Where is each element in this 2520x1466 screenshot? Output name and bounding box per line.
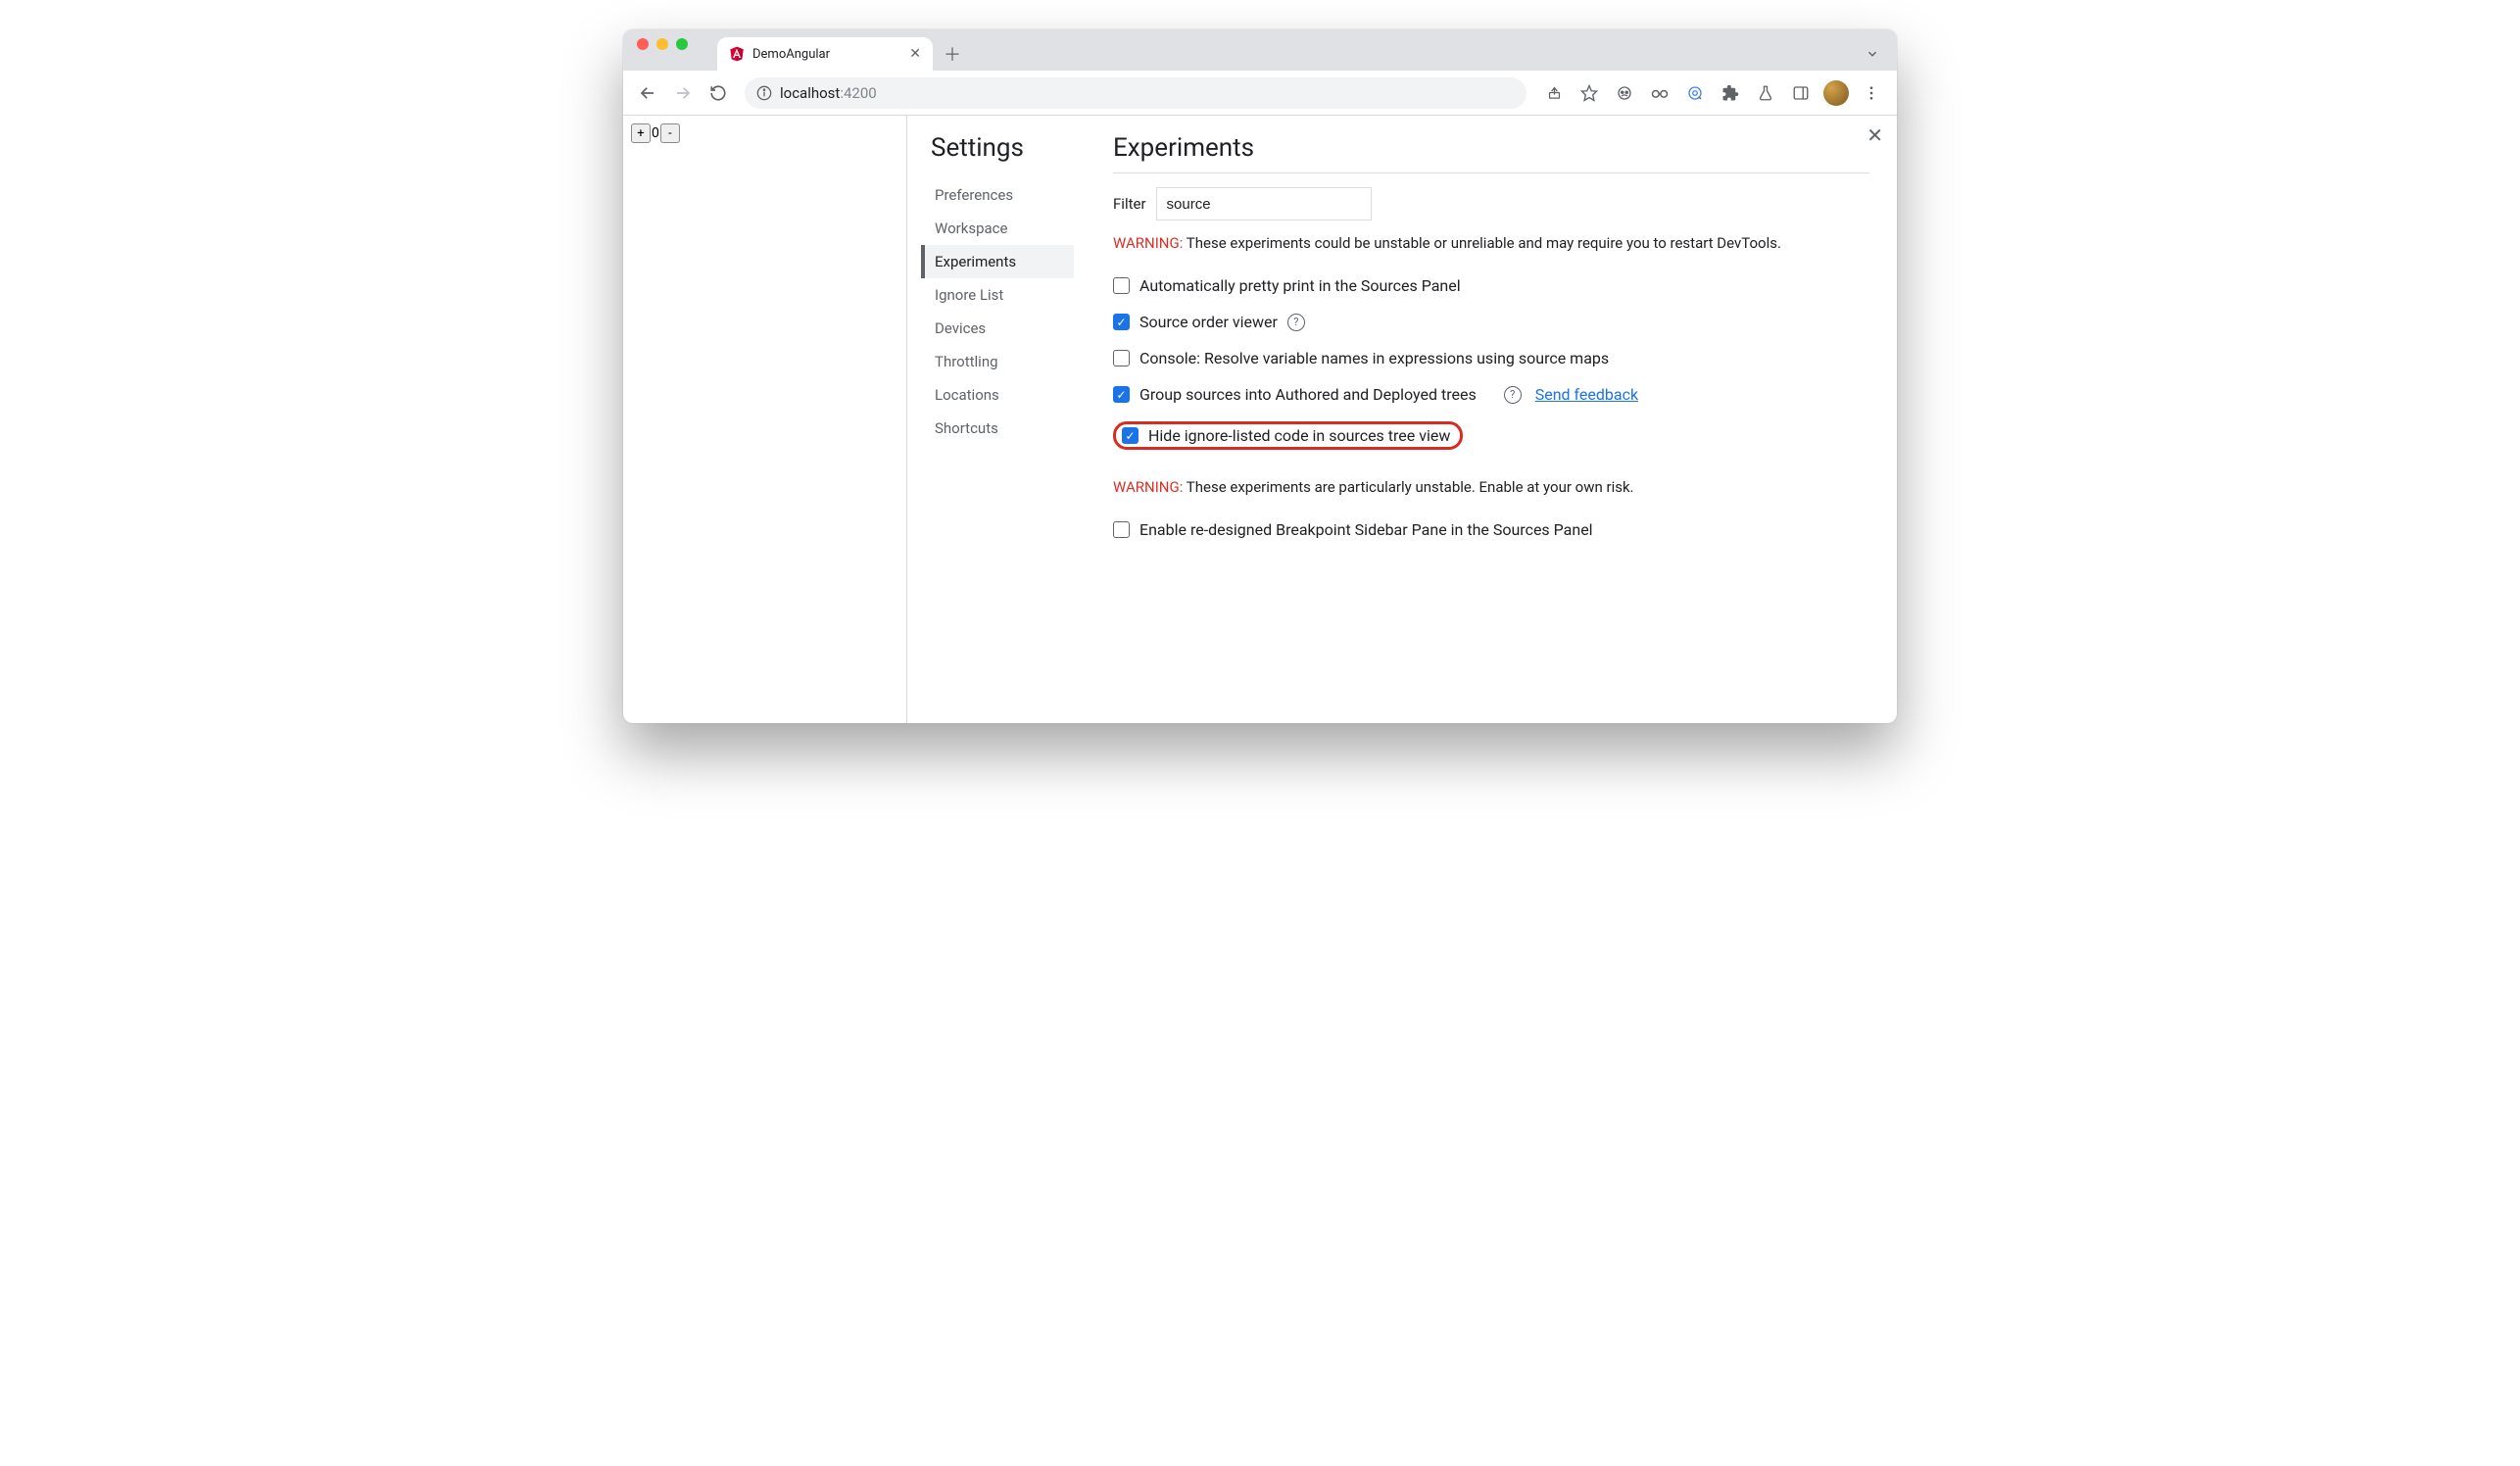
experiment-breakpoint-sidebar: Enable re-designed Breakpoint Sidebar Pa… bbox=[1113, 512, 1869, 548]
new-tab-button[interactable]: ＋ bbox=[939, 40, 966, 68]
window-controls bbox=[637, 29, 688, 65]
experiment-label: Automatically pretty print in the Source… bbox=[1139, 276, 1461, 295]
maximize-window-button[interactable] bbox=[676, 38, 688, 50]
help-icon[interactable]: ? bbox=[1287, 314, 1305, 331]
toolbar-right bbox=[1538, 77, 1887, 109]
url-text: localhost:4200 bbox=[780, 84, 877, 102]
devtools-settings: ✕ Settings Preferences Workspace Experim… bbox=[907, 116, 1897, 723]
toolbar: localhost:4200 bbox=[623, 71, 1897, 116]
profile-avatar[interactable] bbox=[1820, 77, 1852, 109]
content-area: + 0 - ✕ Settings Preferences Workspace E… bbox=[623, 116, 1897, 723]
extensions-puzzle-icon[interactable] bbox=[1715, 77, 1746, 109]
tab-close-icon[interactable]: ✕ bbox=[909, 47, 921, 61]
sidebar-item-shortcuts[interactable]: Shortcuts bbox=[921, 412, 1074, 445]
sidebar-item-experiments[interactable]: Experiments bbox=[921, 245, 1074, 278]
checkbox[interactable] bbox=[1113, 521, 1130, 538]
filter-row: Filter bbox=[1113, 187, 1869, 220]
tabs-menu-button[interactable] bbox=[1860, 41, 1885, 67]
sidebar-item-locations[interactable]: Locations bbox=[921, 378, 1074, 412]
browser-tab[interactable]: DemoAngular ✕ bbox=[717, 37, 933, 71]
demo-page: + 0 - bbox=[623, 116, 907, 723]
filter-input[interactable] bbox=[1156, 187, 1372, 220]
checkbox[interactable] bbox=[1113, 386, 1130, 403]
bookmark-star-icon[interactable] bbox=[1574, 77, 1605, 109]
extension-incognito-icon[interactable] bbox=[1609, 77, 1640, 109]
extension-flask-icon[interactable] bbox=[1750, 77, 1781, 109]
highlight-annotation: Hide ignore-listed code in sources tree … bbox=[1113, 421, 1463, 450]
experiment-label: Enable re-designed Breakpoint Sidebar Pa… bbox=[1139, 520, 1593, 539]
extension-glasses-icon[interactable] bbox=[1644, 77, 1675, 109]
warning-label: WARNING: bbox=[1113, 234, 1183, 252]
warning-unstable: WARNING: These experiments could be unst… bbox=[1113, 234, 1869, 252]
share-icon[interactable] bbox=[1538, 77, 1570, 109]
counter-widget: + 0 - bbox=[631, 123, 898, 143]
checkbox[interactable] bbox=[1113, 277, 1130, 294]
titlebar: DemoAngular ✕ ＋ bbox=[623, 29, 1897, 71]
warning-particularly-unstable: WARNING: These experiments are particula… bbox=[1113, 478, 1869, 496]
close-settings-icon[interactable]: ✕ bbox=[1866, 125, 1883, 145]
counter-value: 0 bbox=[652, 125, 659, 141]
help-icon[interactable]: ? bbox=[1504, 386, 1522, 404]
site-info-icon[interactable] bbox=[756, 85, 772, 101]
sidebar-item-workspace[interactable]: Workspace bbox=[921, 212, 1074, 245]
back-button[interactable] bbox=[633, 78, 662, 108]
send-feedback-link[interactable]: Send feedback bbox=[1535, 385, 1638, 404]
experiment-label: Source order viewer bbox=[1139, 313, 1278, 331]
experiments-title: Experiments bbox=[1113, 133, 1869, 163]
close-window-button[interactable] bbox=[637, 38, 649, 50]
kebab-menu-icon[interactable] bbox=[1856, 77, 1887, 109]
url-host: localhost bbox=[780, 84, 840, 102]
settings-main: Experiments Filter WARNING: These experi… bbox=[1074, 116, 1897, 723]
side-panel-icon[interactable] bbox=[1785, 77, 1817, 109]
warning-text: These experiments could be unstable or u… bbox=[1183, 234, 1781, 252]
url-port: :4200 bbox=[840, 84, 876, 102]
minimize-window-button[interactable] bbox=[656, 38, 668, 50]
experiment-label: Console: Resolve variable names in expre… bbox=[1139, 349, 1609, 367]
extension-target-icon[interactable] bbox=[1679, 77, 1711, 109]
sidebar-item-preferences[interactable]: Preferences bbox=[921, 178, 1074, 212]
sidebar-item-ignore-list[interactable]: Ignore List bbox=[921, 278, 1074, 312]
experiment-source-order-viewer: Source order viewer ? bbox=[1113, 304, 1869, 340]
divider bbox=[1113, 172, 1869, 173]
warning-text: These experiments are particularly unsta… bbox=[1183, 478, 1633, 496]
browser-window: DemoAngular ✕ ＋ localhost:4200 bbox=[623, 29, 1897, 723]
settings-title: Settings bbox=[931, 133, 1074, 163]
checkbox[interactable] bbox=[1122, 427, 1139, 444]
experiment-group-sources: Group sources into Authored and Deployed… bbox=[1113, 376, 1869, 413]
experiment-console-resolve-names: Console: Resolve variable names in expre… bbox=[1113, 340, 1869, 376]
warning-label: WARNING: bbox=[1113, 478, 1183, 496]
decrement-button[interactable]: - bbox=[660, 123, 680, 143]
sidebar-item-devices[interactable]: Devices bbox=[921, 312, 1074, 345]
experiment-pretty-print: Automatically pretty print in the Source… bbox=[1113, 268, 1869, 304]
url-bar[interactable]: localhost:4200 bbox=[745, 77, 1527, 109]
experiment-label: Group sources into Authored and Deployed… bbox=[1139, 385, 1477, 404]
experiment-hide-ignore-listed: Hide ignore-listed code in sources tree … bbox=[1113, 413, 1869, 459]
sidebar-item-throttling[interactable]: Throttling bbox=[921, 345, 1074, 378]
increment-button[interactable]: + bbox=[631, 123, 651, 143]
forward-button[interactable] bbox=[668, 78, 698, 108]
checkbox[interactable] bbox=[1113, 314, 1130, 330]
settings-sidebar: Settings Preferences Workspace Experimen… bbox=[907, 116, 1074, 723]
experiment-label: Hide ignore-listed code in sources tree … bbox=[1148, 426, 1450, 445]
angular-favicon-icon bbox=[729, 46, 745, 62]
reload-button[interactable] bbox=[703, 78, 733, 108]
filter-label: Filter bbox=[1113, 195, 1146, 213]
tab-title: DemoAngular bbox=[752, 47, 901, 62]
checkbox[interactable] bbox=[1113, 350, 1130, 366]
